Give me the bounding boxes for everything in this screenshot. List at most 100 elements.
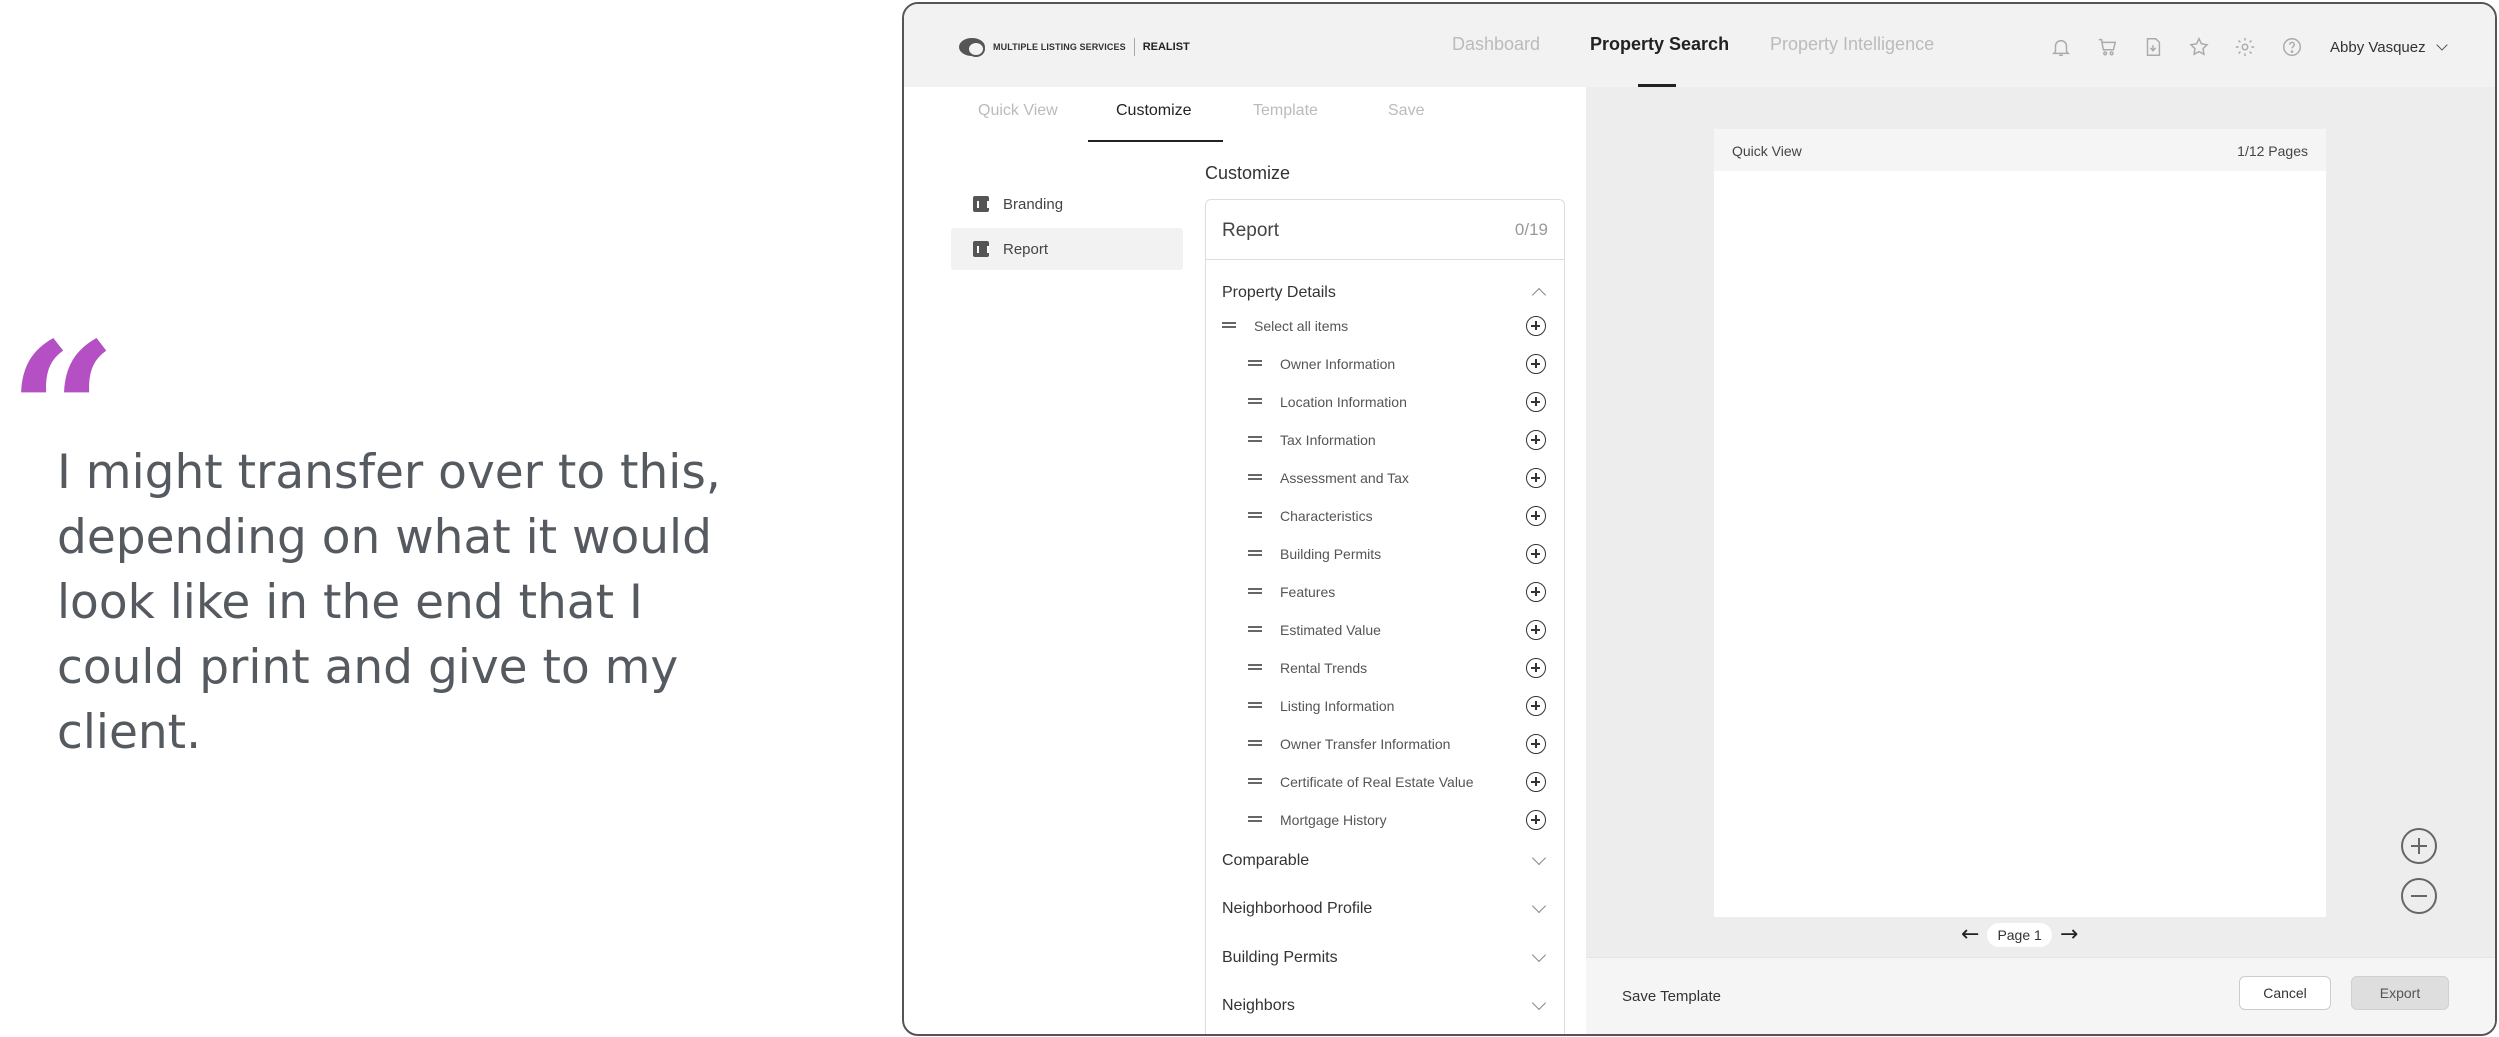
drag-handle-icon[interactable] (1248, 474, 1262, 480)
arrow-right-icon[interactable]: → (2060, 922, 2078, 947)
chevron-down-icon[interactable] (1531, 995, 1547, 1011)
section-neighborhood-profile[interactable]: Neighborhood Profile (1222, 900, 1372, 918)
drag-handle-icon[interactable] (1248, 702, 1262, 708)
list-item[interactable]: Certificate of Real Estate Value (1206, 763, 1564, 801)
chevron-down-icon[interactable] (1531, 850, 1547, 866)
add-circle-icon[interactable] (1526, 620, 1546, 640)
tab-template[interactable]: Template (1253, 102, 1318, 120)
drag-handle-icon[interactable] (1248, 626, 1262, 632)
preview-page-header: Quick View 1/12 Pages (1714, 129, 2326, 171)
section-neighbors[interactable]: Neighbors (1222, 997, 1295, 1015)
drag-handle-icon[interactable] (1248, 588, 1262, 594)
list-item-label: Assessment and Tax (1280, 470, 1409, 486)
list-item-label: Location Information (1280, 394, 1407, 410)
user-menu[interactable]: Abby Vasquez (2330, 39, 2448, 56)
page-indicator: Page 1 (1987, 922, 2052, 947)
app-window: MULTIPLE LISTING SERVICES REALIST Dashbo… (902, 2, 2497, 1036)
tab-save[interactable]: Save (1388, 102, 1424, 120)
customize-title: Customize (1205, 163, 1291, 183)
logo[interactable]: MULTIPLE LISTING SERVICES REALIST (959, 38, 1190, 57)
list-item-label: Mortgage History (1280, 812, 1387, 828)
report-header: Report 0/19 (1206, 200, 1564, 260)
add-circle-icon[interactable] (1526, 354, 1546, 374)
logo-divider (1133, 38, 1135, 56)
logo-icon (959, 38, 985, 57)
arrow-left-icon[interactable]: ← (1961, 922, 1979, 947)
drag-handle-icon[interactable] (1248, 512, 1262, 518)
preview-area: Quick View 1/12 Pages ← Page 1 → Save Te… (1586, 87, 2495, 1034)
drag-handle-icon[interactable] (1222, 322, 1236, 328)
zoom-in-icon[interactable] (2401, 828, 2437, 864)
select-all-row[interactable]: Select all items (1206, 307, 1564, 345)
tab-active-indicator (1088, 140, 1223, 142)
drag-handle-icon[interactable] (1248, 778, 1262, 784)
list-item[interactable]: Features (1206, 573, 1564, 611)
list-item[interactable]: Tax Information (1206, 421, 1564, 459)
list-item-label: Certificate of Real Estate Value (1280, 774, 1474, 790)
list-item-label: Estimated Value (1280, 622, 1381, 638)
nav-dashboard[interactable]: Dashboard (1452, 34, 1540, 55)
add-circle-icon[interactable] (1526, 544, 1546, 564)
zoom-out-icon[interactable] (2401, 878, 2437, 914)
save-template-button[interactable]: Save Template (1622, 988, 1721, 1005)
bell-icon[interactable] (2050, 36, 2072, 58)
top-bar: MULTIPLE LISTING SERVICES REALIST Dashbo… (904, 4, 2495, 87)
gear-icon[interactable] (2234, 36, 2256, 58)
sidebar-item-label: Report (1003, 240, 1049, 258)
list-item-label: Tax Information (1280, 432, 1376, 448)
list-item[interactable]: Owner Information (1206, 345, 1564, 383)
chevron-up-icon[interactable] (1531, 287, 1547, 303)
footer-bar: Save Template Cancel Export (1586, 957, 2495, 1034)
star-icon[interactable] (2188, 36, 2210, 58)
add-circle-icon[interactable] (1526, 430, 1546, 450)
list-item[interactable]: Building Permits (1206, 535, 1564, 573)
help-icon[interactable] (2281, 36, 2303, 58)
drag-handle-icon[interactable] (1248, 664, 1262, 670)
nav-property-intelligence[interactable]: Property Intelligence (1770, 34, 1934, 55)
cart-icon[interactable] (2096, 36, 2118, 58)
add-circle-icon[interactable] (1526, 582, 1546, 602)
add-circle-icon[interactable] (1526, 696, 1546, 716)
list-item[interactable]: Owner Transfer Information (1206, 725, 1564, 763)
sidebar-item-branding[interactable]: Branding (951, 183, 1183, 225)
chart-icon (973, 241, 989, 257)
sidebar-item-report[interactable]: Report (951, 228, 1183, 270)
list-item-label: Owner Transfer Information (1280, 736, 1451, 752)
tab-customize[interactable]: Customize (1116, 102, 1192, 120)
select-all-label: Select all items (1254, 318, 1349, 334)
add-circle-icon[interactable] (1526, 468, 1546, 488)
drag-handle-icon[interactable] (1248, 436, 1262, 442)
add-circle-icon[interactable] (1526, 316, 1546, 336)
nav-property-search[interactable]: Property Search (1590, 34, 1729, 55)
section-property-details[interactable]: Property Details (1222, 284, 1336, 302)
list-item[interactable]: Listing Information (1206, 687, 1564, 725)
add-circle-icon[interactable] (1526, 506, 1546, 526)
section-building-permits[interactable]: Building Permits (1222, 949, 1338, 967)
list-item[interactable]: Location Information (1206, 383, 1564, 421)
list-item[interactable]: Assessment and Tax (1206, 459, 1564, 497)
logo-text: MULTIPLE LISTING SERVICES (993, 42, 1126, 52)
list-item[interactable]: Rental Trends (1206, 649, 1564, 687)
chevron-down-icon[interactable] (1531, 947, 1547, 963)
add-circle-icon[interactable] (1526, 392, 1546, 412)
logo-brand: REALIST (1142, 41, 1190, 53)
chevron-down-icon[interactable] (1531, 898, 1547, 914)
list-item[interactable]: Estimated Value (1206, 611, 1564, 649)
add-circle-icon[interactable] (1526, 772, 1546, 792)
add-circle-icon[interactable] (1526, 734, 1546, 754)
drag-handle-icon[interactable] (1248, 816, 1262, 822)
drag-handle-icon[interactable] (1248, 740, 1262, 746)
report-count: 0/19 (1514, 220, 1548, 239)
list-item[interactable]: Characteristics (1206, 497, 1564, 535)
drag-handle-icon[interactable] (1248, 550, 1262, 556)
drag-handle-icon[interactable] (1248, 398, 1262, 404)
drag-handle-icon[interactable] (1248, 360, 1262, 366)
add-circle-icon[interactable] (1526, 658, 1546, 678)
cancel-button[interactable]: Cancel (2239, 976, 2331, 1010)
document-icon[interactable] (2142, 36, 2164, 58)
list-item[interactable]: Mortgage History (1206, 801, 1564, 839)
add-circle-icon[interactable] (1526, 810, 1546, 830)
tab-quick-view[interactable]: Quick View (978, 102, 1058, 120)
section-comparable[interactable]: Comparable (1222, 852, 1309, 870)
export-button[interactable]: Export (2351, 976, 2449, 1010)
